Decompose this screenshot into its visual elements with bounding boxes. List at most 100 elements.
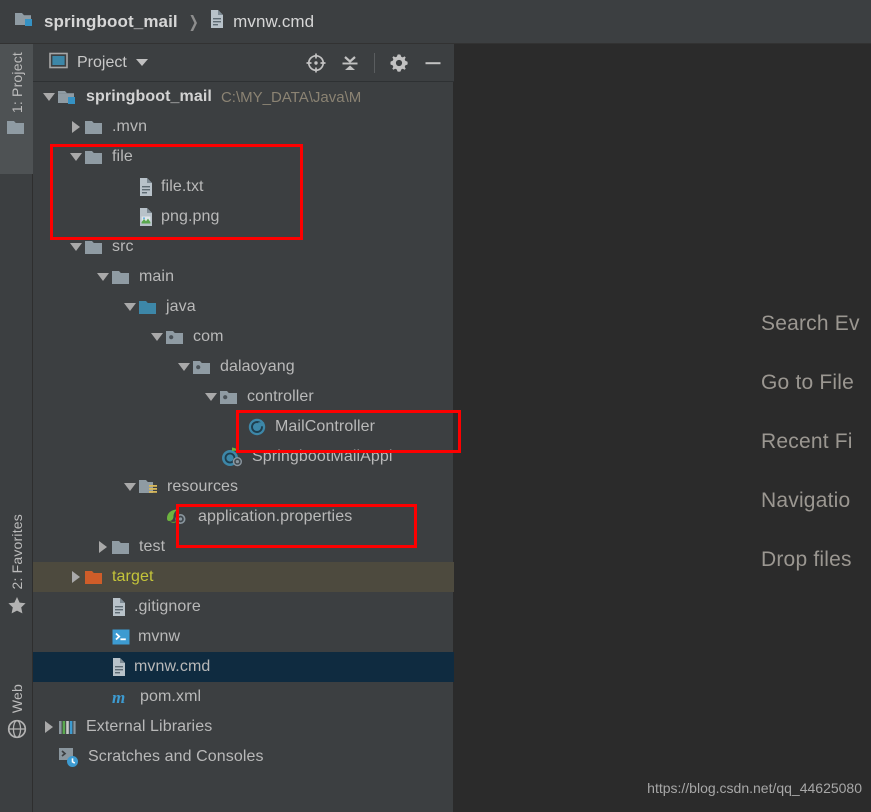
- tree-row[interactable]: dalaoyang: [33, 352, 454, 382]
- tree-row[interactable]: resources: [33, 472, 454, 502]
- folder-icon: [111, 269, 132, 286]
- breadcrumb-file-label: mvnw.cmd: [233, 11, 315, 31]
- tree-row-label: .mvn: [112, 118, 148, 135]
- twisty-placeholder: [41, 742, 57, 772]
- toolbar-divider: [374, 53, 375, 73]
- tree-row-label: pom.xml: [140, 688, 202, 705]
- project-panel-title: Project: [77, 53, 127, 71]
- folder-icon: [84, 149, 105, 166]
- twisty-placeholder: [230, 412, 246, 442]
- tree-row[interactable]: springboot_mail C:\MY_DATA\Java\M: [33, 82, 454, 112]
- file-text-icon: [111, 597, 127, 617]
- project-tree[interactable]: springboot_mail C:\MY_DATA\Java\M .mvn file…: [33, 82, 454, 812]
- maven-icon: m: [111, 687, 133, 707]
- breadcrumb-item-file[interactable]: mvnw.cmd: [209, 0, 314, 43]
- collapse-all-icon[interactable]: [335, 48, 365, 78]
- tree-row-path: C:\MY_DATA\Java\M: [220, 88, 362, 106]
- package-icon: [165, 329, 186, 346]
- tree-row[interactable]: com: [33, 322, 454, 352]
- tree-row[interactable]: main: [33, 262, 454, 292]
- chevron-down-icon[interactable]: [135, 59, 148, 66]
- globe-icon: [7, 719, 27, 744]
- chevron-down-icon[interactable]: [68, 142, 84, 172]
- chevron-right-icon[interactable]: [95, 532, 111, 562]
- chevron-right-icon[interactable]: [68, 562, 84, 592]
- tree-row[interactable]: .gitignore: [33, 592, 454, 622]
- tree-row-label: src: [112, 238, 134, 255]
- tree-row[interactable]: test: [33, 532, 454, 562]
- module-folder-icon: [14, 10, 36, 34]
- tree-row[interactable]: file: [33, 142, 454, 172]
- tree-row[interactable]: mvnw.cmd: [33, 652, 454, 682]
- twisty-placeholder: [95, 652, 111, 682]
- chevron-down-icon[interactable]: [149, 322, 165, 352]
- tree-row-label: file: [112, 148, 133, 165]
- editor-area[interactable]: Search Ev Go to File Recent Fi Navigatio Dro…: [454, 44, 871, 812]
- folder-icon: [84, 119, 105, 136]
- shell-script-icon: [111, 628, 131, 646]
- chevron-down-icon[interactable]: [68, 232, 84, 262]
- chevron-down-icon[interactable]: [122, 292, 138, 322]
- chevron-right-icon[interactable]: [68, 112, 84, 142]
- tree-row-label: MailController: [275, 418, 376, 435]
- watermark: https://blog.csdn.net/qq_44625080: [647, 780, 862, 796]
- select-opened-file-icon[interactable]: [301, 48, 331, 78]
- gear-icon[interactable]: [384, 48, 414, 78]
- sidebar-item-project-label: 1: Project: [8, 52, 25, 114]
- chevron-down-icon[interactable]: [41, 82, 57, 112]
- java-class-icon: [246, 416, 268, 438]
- twisty-placeholder: [95, 682, 111, 712]
- tree-row[interactable]: External Libraries: [33, 712, 454, 742]
- tree-row-label: springboot_mail: [86, 88, 212, 105]
- tree-row[interactable]: application.properties: [33, 502, 454, 532]
- tree-row-label: .gitignore: [134, 598, 201, 615]
- sidebar-item-project[interactable]: 1: Project: [0, 44, 33, 174]
- tree-row[interactable]: SpringbootMailAppl: [33, 442, 454, 472]
- minimize-icon[interactable]: [418, 48, 448, 78]
- twisty-placeholder: [122, 172, 138, 202]
- tree-row[interactable]: Scratches and Consoles: [33, 742, 454, 772]
- tree-row-label: application.properties: [198, 508, 353, 525]
- folder-icon: [84, 239, 105, 256]
- sidebar-item-web[interactable]: Web: [0, 684, 33, 780]
- tree-row[interactable]: png.png: [33, 202, 454, 232]
- editor-hint: Recent Fi: [761, 430, 853, 453]
- sidebar-item-web-label: Web: [8, 684, 25, 714]
- tree-row[interactable]: target: [33, 562, 454, 592]
- editor-hint: Navigatio: [761, 489, 851, 512]
- spring-class-icon: [219, 446, 245, 468]
- sidebar-item-favorites[interactable]: 2: Favorites: [0, 514, 33, 654]
- tree-row[interactable]: m pom.xml: [33, 682, 454, 712]
- tree-row[interactable]: MailController: [33, 412, 454, 442]
- tree-row[interactable]: file.txt: [33, 172, 454, 202]
- chevron-down-icon[interactable]: [122, 472, 138, 502]
- project-tool-window: Project springboot_mail C:\MY_DATA\Java\…: [33, 44, 461, 812]
- breadcrumb-item-project[interactable]: springboot_mail: [14, 0, 178, 43]
- editor-hint-list: Search Ev Go to File Recent Fi Navigatio Dro…: [761, 312, 860, 607]
- tree-row-label: java: [166, 298, 196, 315]
- chevron-down-icon[interactable]: [203, 382, 219, 412]
- tree-row-label: test: [139, 538, 166, 555]
- libraries-icon: [57, 718, 79, 737]
- sidebar-item-structure-label: ucture: [9, 786, 25, 812]
- tree-row[interactable]: .mvn: [33, 112, 454, 142]
- chevron-down-icon[interactable]: [95, 262, 111, 292]
- sidebar-item-favorites-label: 2: Favorites: [8, 514, 25, 590]
- tree-row[interactable]: java: [33, 292, 454, 322]
- breadcrumb-project-label: springboot_mail: [44, 11, 178, 31]
- tree-row-label: resources: [167, 478, 239, 495]
- tree-row-label: External Libraries: [86, 718, 213, 735]
- chevron-down-icon[interactable]: [176, 352, 192, 382]
- chevron-right-icon[interactable]: [41, 712, 57, 742]
- tree-row-label: main: [139, 268, 175, 285]
- file-image-icon: [138, 207, 154, 227]
- tree-row-label: png.png: [161, 208, 220, 225]
- scratches-icon: [57, 746, 81, 768]
- tree-row[interactable]: src: [33, 232, 454, 262]
- sidebar-item-structure[interactable]: ucture: [0, 786, 33, 812]
- tree-row[interactable]: mvnw: [33, 622, 454, 652]
- project-view-selector[interactable]: Project: [49, 52, 148, 74]
- package-icon: [219, 389, 240, 406]
- twisty-placeholder: [203, 442, 219, 472]
- tree-row[interactable]: controller: [33, 382, 454, 412]
